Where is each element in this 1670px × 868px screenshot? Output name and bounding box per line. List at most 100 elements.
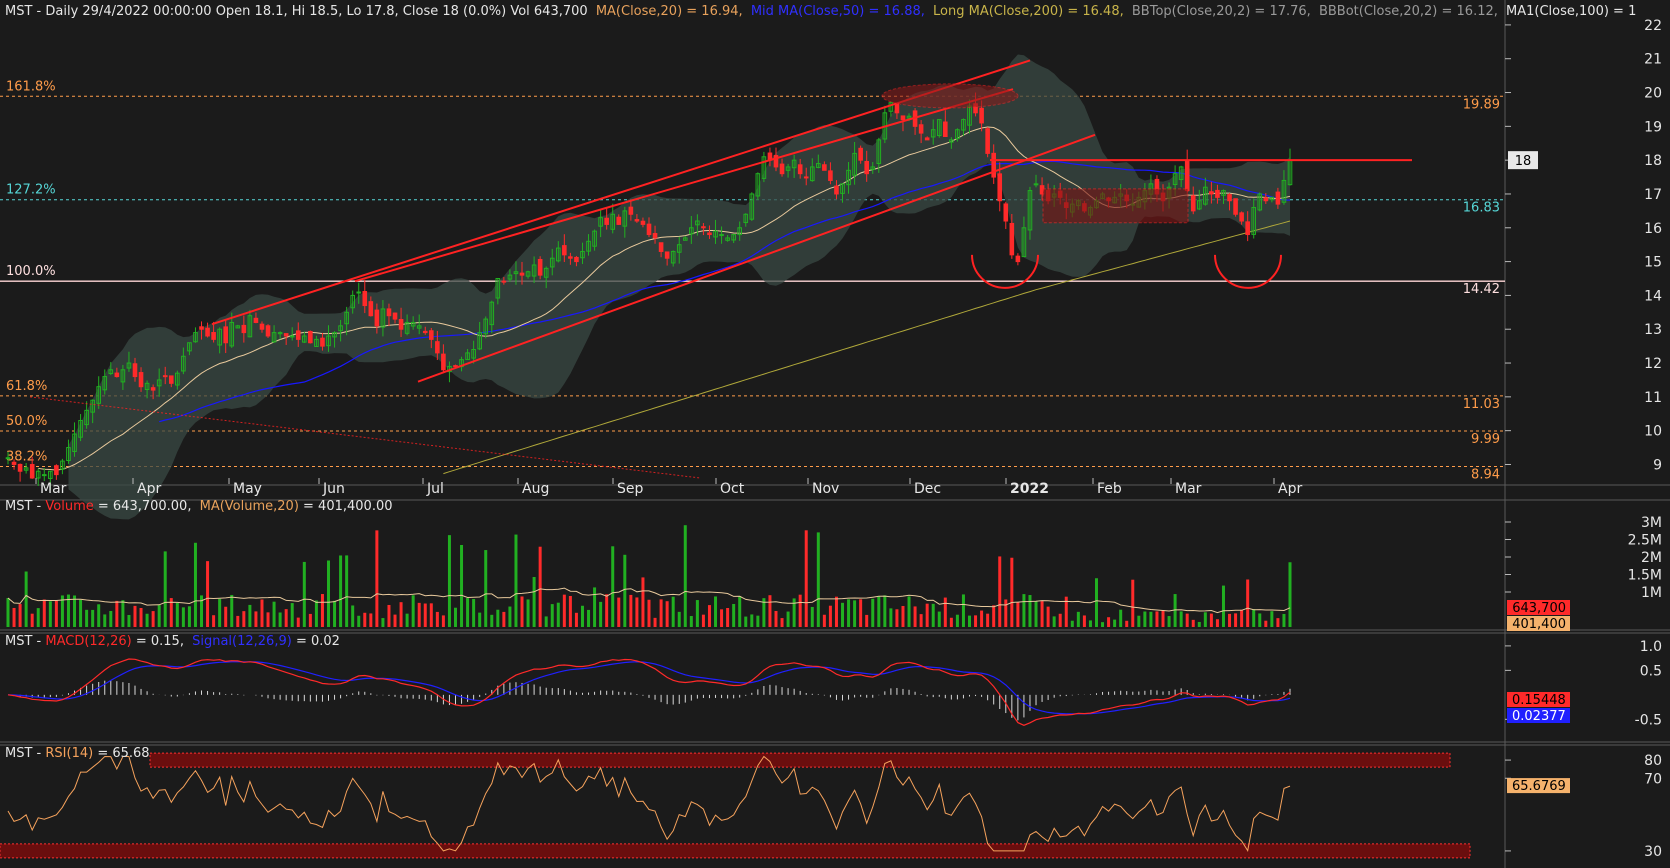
volume-bar (671, 596, 675, 627)
volume-bar (1028, 595, 1032, 627)
candle-body (29, 464, 35, 479)
volume-bar (447, 535, 451, 627)
volume-bar (1179, 611, 1183, 627)
volume-y-tick-label: 1.5M (1628, 568, 1662, 584)
volume-bar (798, 594, 802, 627)
candle-body (519, 272, 525, 276)
volume-bar (441, 615, 445, 627)
volume-bar (1143, 611, 1147, 627)
volume-bar (181, 607, 185, 627)
volume-bar (496, 609, 500, 627)
volume-bar (641, 577, 645, 627)
volume-bar (79, 599, 83, 627)
volume-bar (157, 605, 161, 627)
volume-bar (744, 616, 748, 627)
rsi-last-label: 65.6769 (1512, 779, 1566, 794)
price-y-tick-label: 14 (1644, 288, 1662, 304)
candle-body (441, 353, 446, 371)
candle-body (628, 206, 634, 215)
volume-bar (1113, 619, 1117, 627)
candle-body (985, 128, 990, 154)
volume-ma-label: 401,400 (1512, 617, 1566, 632)
candle-body (1209, 191, 1214, 195)
volume-bar (423, 603, 427, 627)
price-y-tick-label: 16 (1644, 221, 1662, 237)
month-label: Aug (522, 481, 549, 497)
volume-bar (526, 599, 530, 627)
signal-last-label: 0.02377 (1512, 709, 1566, 724)
volume-bar (556, 602, 560, 627)
volume-bar (206, 561, 210, 627)
volume-bar (635, 597, 639, 627)
volume-bar (919, 614, 923, 627)
volume-bar (1101, 622, 1105, 627)
candle-body (640, 220, 646, 225)
volume-bar (1149, 611, 1153, 627)
candle-body (362, 290, 368, 307)
price-y-tick-label: 13 (1644, 322, 1662, 338)
month-label: Apr (137, 481, 161, 497)
candle-body (822, 164, 827, 171)
volume-bar (308, 613, 312, 627)
volume-bar (617, 597, 621, 627)
price-y-tick-label: 20 (1644, 86, 1662, 102)
volume-bar (1215, 619, 1219, 627)
volume-bar (115, 600, 119, 627)
volume-bar (381, 618, 385, 627)
volume-y-tick-label: 2.5M (1628, 533, 1662, 549)
volume-bar (774, 611, 778, 627)
volume-bar (587, 609, 591, 627)
volume-bar (726, 607, 730, 627)
candle-body (199, 326, 204, 330)
volume-bar (1203, 612, 1207, 627)
volume-bar (478, 612, 482, 627)
volume-y-tick-label: 3M (1641, 515, 1662, 531)
volume-bar (689, 616, 693, 627)
volume-bar (659, 599, 663, 627)
volume-bar (532, 577, 536, 627)
volume-bar (1088, 620, 1092, 627)
volume-bar (272, 601, 276, 627)
volume-bar (399, 602, 403, 627)
volume-bar (1119, 609, 1123, 627)
fib-level-pct: 61.8% (6, 379, 47, 394)
candle-body (991, 152, 996, 178)
candle-body (295, 330, 301, 340)
volume-bar (605, 594, 609, 627)
candle-body (1003, 203, 1009, 222)
volume-bar (913, 606, 917, 627)
volume-bar (683, 525, 687, 627)
volume-bar (955, 614, 959, 627)
volume-bar (937, 611, 941, 627)
volume-bar (460, 544, 464, 627)
volume-bar (750, 614, 754, 627)
volume-bar (665, 601, 669, 627)
volume-bar (853, 600, 857, 627)
price-chart-canvas[interactable]: 161.8% 19.89 127.2% 16.83 100.0% 14.42 61.8% 11… (0, 0, 1670, 868)
volume-bar (254, 611, 258, 627)
volume-bar (720, 609, 724, 627)
volume-bar (320, 594, 324, 627)
candle-body (429, 330, 434, 340)
volume-bar (466, 598, 470, 627)
volume-bar (145, 613, 149, 627)
volume-bar (30, 613, 34, 627)
volume-bar (550, 604, 554, 627)
fib-level-value: 11.03 (1463, 397, 1500, 412)
rsi-overbought-zone (149, 752, 1451, 768)
volume-bar (1131, 579, 1135, 627)
volume-bar (925, 603, 929, 627)
volume-bar (786, 611, 790, 627)
volume-bar (768, 595, 772, 627)
volume-bar (992, 605, 996, 627)
volume-bar (12, 607, 16, 627)
macd-y-tick-label: -0.5 (1635, 712, 1662, 728)
candle-body (834, 185, 839, 195)
candle-body (1227, 194, 1232, 202)
volume-bar (393, 614, 397, 627)
volume-bar (369, 613, 373, 627)
price-y-tick-label: 10 (1644, 424, 1662, 440)
candle-body (356, 291, 362, 294)
volume-last-label: 643,700 (1512, 601, 1566, 616)
candle-body (652, 233, 658, 239)
